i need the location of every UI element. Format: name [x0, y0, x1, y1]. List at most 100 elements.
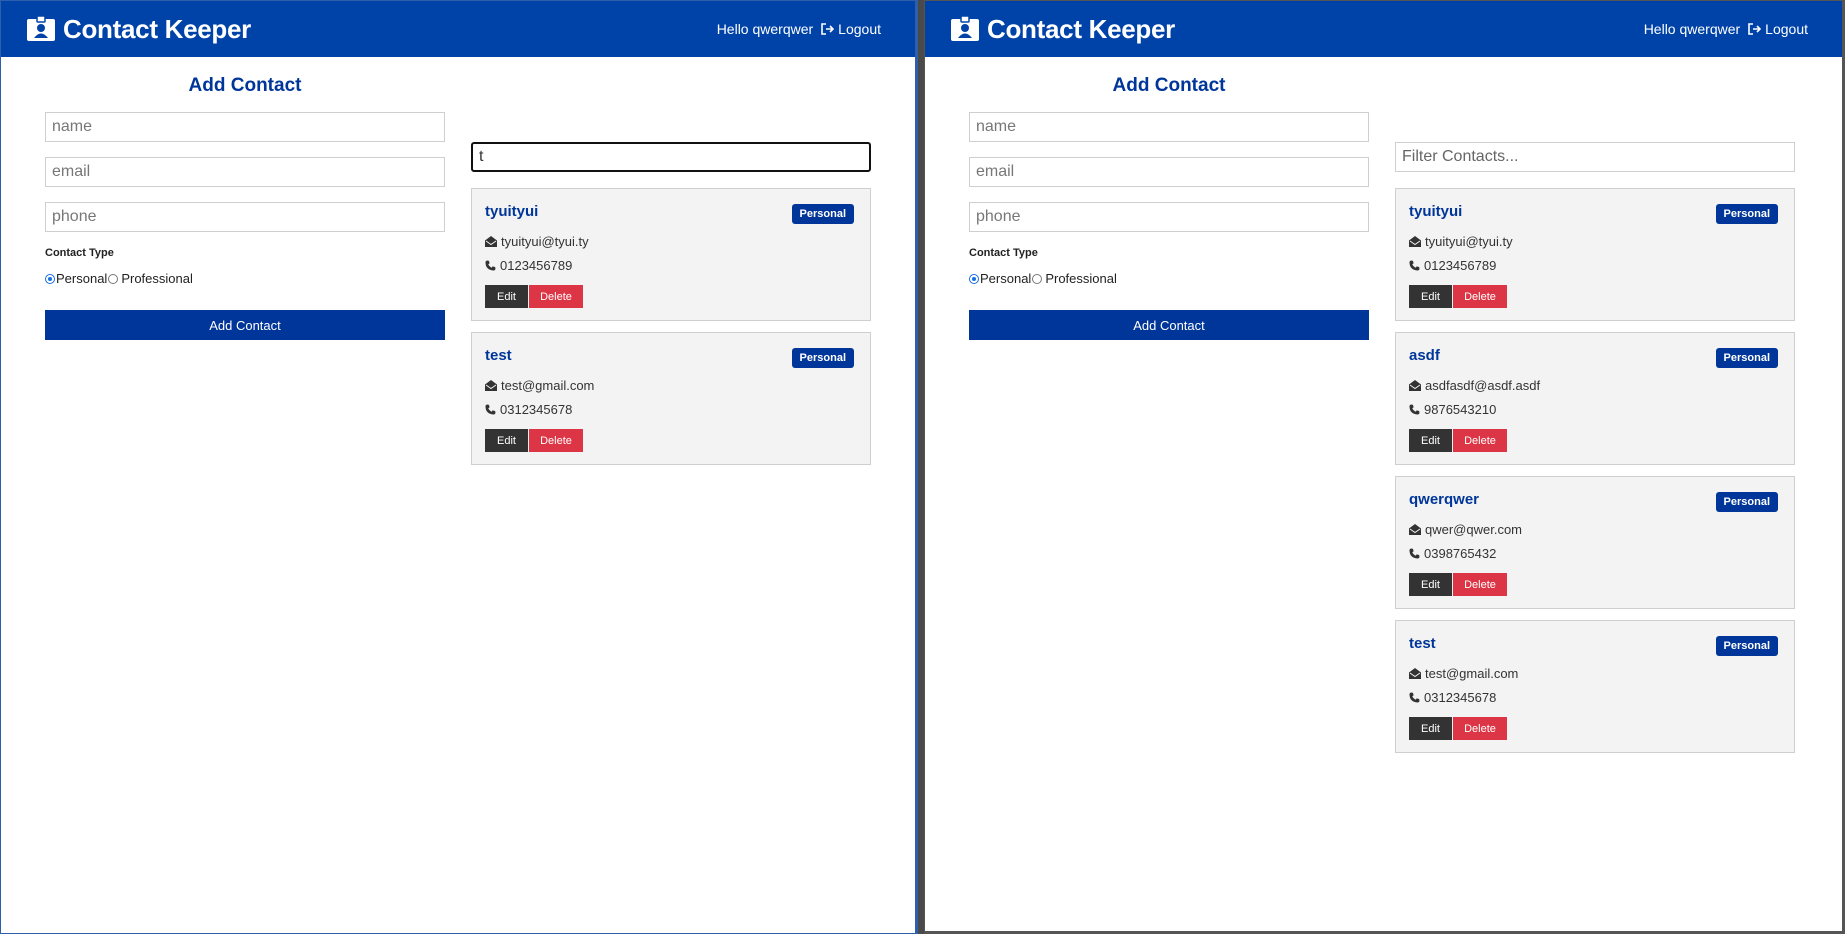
- envelope-open-icon: [485, 380, 497, 391]
- envelope-open-icon: [1409, 236, 1421, 247]
- contact-name: asdf: [1409, 347, 1440, 364]
- contact-email-row: asdfasdf@asdf.asdf: [1409, 378, 1540, 393]
- contact-card: test Personal test@gmail.com 0312345678 …: [471, 332, 871, 465]
- phone-icon: [485, 260, 496, 271]
- contact-email: test@gmail.com: [501, 378, 595, 393]
- email-input[interactable]: [969, 157, 1369, 187]
- main-container: Add Contact Contact Type Personal Profes…: [1, 57, 915, 476]
- personal-radio[interactable]: [45, 273, 55, 284]
- filter-input[interactable]: [471, 142, 871, 172]
- brand-title: Contact Keeper: [987, 13, 1175, 44]
- contact-name: tyuityui: [485, 203, 539, 220]
- contact-actions: Edit Delete: [1409, 429, 1507, 452]
- browser-window-left: Contact Keeper Hello qwerqwer Logout Add…: [0, 0, 918, 934]
- contact-phone-row: 0123456789: [485, 258, 572, 273]
- contact-phone: 0123456789: [1424, 258, 1497, 273]
- envelope-open-icon: [1409, 668, 1421, 679]
- edit-button[interactable]: Edit: [485, 429, 528, 452]
- brand[interactable]: Contact Keeper: [26, 14, 251, 45]
- personal-label: Personal: [56, 271, 108, 286]
- contact-phone-row: 0123456789: [1409, 258, 1496, 273]
- delete-button[interactable]: Delete: [529, 285, 583, 308]
- contact-actions: Edit Delete: [485, 429, 583, 452]
- contact-email-row: test@gmail.com: [1409, 666, 1518, 681]
- phone-input[interactable]: [969, 202, 1369, 232]
- contact-type-badge: Personal: [1715, 636, 1778, 656]
- nav-user-area: Hello qwerqwer Logout: [717, 21, 881, 37]
- contact-card: tyuityui Personal tyuityui@tyui.ty 01234…: [471, 188, 871, 321]
- edit-button[interactable]: Edit: [485, 285, 528, 308]
- contact-type-label: Contact Type: [45, 247, 114, 259]
- contact-phone-row: 9876543210: [1409, 402, 1496, 417]
- contact-name: qwerqwer: [1409, 491, 1480, 508]
- contact-email: qwer@qwer.com: [1425, 522, 1523, 537]
- edit-button[interactable]: Edit: [1409, 717, 1452, 740]
- contact-email-row: tyuityui@tyui.ty: [1409, 234, 1513, 249]
- professional-label: Professional: [1045, 271, 1117, 286]
- delete-button[interactable]: Delete: [1453, 573, 1507, 596]
- contact-email-row: test@gmail.com: [485, 378, 594, 393]
- contact-name: test: [485, 347, 512, 364]
- delete-button[interactable]: Delete: [1453, 285, 1507, 308]
- id-badge-icon: [26, 16, 56, 42]
- contact-type-badge: Personal: [1715, 204, 1778, 224]
- form-title: Add Contact: [188, 75, 302, 96]
- contact-type-badge: Personal: [791, 204, 854, 224]
- greeting: Hello qwerqwer: [716, 21, 814, 37]
- contact-form: Add Contact Contact Type Personal Profes…: [969, 57, 1369, 764]
- nav-user-area: Hello qwerqwer Logout: [1644, 21, 1808, 37]
- contact-email: tyuityui@tyui.ty: [501, 234, 589, 249]
- brand[interactable]: Contact Keeper: [950, 14, 1175, 45]
- edit-button[interactable]: Edit: [1409, 285, 1452, 308]
- logout-label: Logout: [838, 21, 881, 37]
- contact-type-label: Contact Type: [969, 247, 1038, 259]
- phone-icon: [485, 404, 496, 415]
- sign-out-icon: [821, 23, 835, 35]
- logout-link[interactable]: Logout: [1748, 21, 1808, 37]
- contact-list: tyuityui Personal tyuityui@tyui.ty 01234…: [471, 57, 871, 476]
- envelope-open-icon: [1409, 524, 1421, 535]
- brand-title: Contact Keeper: [63, 13, 251, 44]
- contact-type-badge: Personal: [1715, 492, 1778, 512]
- contact-type-radios: Personal Professional: [969, 271, 1369, 286]
- contact-phone: 0312345678: [500, 402, 573, 417]
- contact-list: tyuityui Personal tyuityui@tyui.ty 01234…: [1395, 57, 1795, 764]
- logout-link[interactable]: Logout: [821, 21, 881, 37]
- contact-actions: Edit Delete: [485, 285, 583, 308]
- add-contact-button[interactable]: Add Contact: [45, 310, 445, 340]
- delete-button[interactable]: Delete: [529, 429, 583, 452]
- contact-phone: 0398765432: [1424, 546, 1497, 561]
- greeting: Hello qwerqwer: [1643, 21, 1741, 37]
- navbar: Contact Keeper Hello qwerqwer Logout: [925, 1, 1842, 57]
- contact-actions: Edit Delete: [1409, 573, 1507, 596]
- personal-radio[interactable]: [969, 273, 979, 284]
- contact-actions: Edit Delete: [1409, 285, 1507, 308]
- phone-input[interactable]: [45, 202, 445, 232]
- id-badge-icon: [950, 16, 980, 42]
- contact-phone: 9876543210: [1424, 402, 1497, 417]
- contact-phone-row: 0398765432: [1409, 546, 1496, 561]
- name-input[interactable]: [969, 112, 1369, 142]
- add-contact-button[interactable]: Add Contact: [969, 310, 1369, 340]
- professional-radio[interactable]: [108, 273, 119, 284]
- contact-phone-row: 0312345678: [1409, 690, 1496, 705]
- name-input[interactable]: [45, 112, 445, 142]
- contact-name: test: [1409, 635, 1436, 652]
- email-input[interactable]: [45, 157, 445, 187]
- edit-button[interactable]: Edit: [1409, 429, 1452, 452]
- phone-icon: [1409, 404, 1420, 415]
- sign-out-icon: [1748, 23, 1762, 35]
- logout-label: Logout: [1765, 21, 1808, 37]
- contact-cards: tyuityui Personal tyuityui@tyui.ty 01234…: [471, 57, 871, 465]
- contact-email: tyuityui@tyui.ty: [1425, 234, 1513, 249]
- form-title: Add Contact: [1112, 75, 1226, 96]
- delete-button[interactable]: Delete: [1453, 717, 1507, 740]
- filter-input[interactable]: [1395, 142, 1795, 172]
- professional-radio[interactable]: [1032, 273, 1043, 284]
- phone-icon: [1409, 692, 1420, 703]
- contact-email: asdfasdf@asdf.asdf: [1425, 378, 1541, 393]
- delete-button[interactable]: Delete: [1453, 429, 1507, 452]
- contact-type-badge: Personal: [791, 348, 854, 368]
- contact-card: test Personal test@gmail.com 0312345678 …: [1395, 620, 1795, 753]
- edit-button[interactable]: Edit: [1409, 573, 1452, 596]
